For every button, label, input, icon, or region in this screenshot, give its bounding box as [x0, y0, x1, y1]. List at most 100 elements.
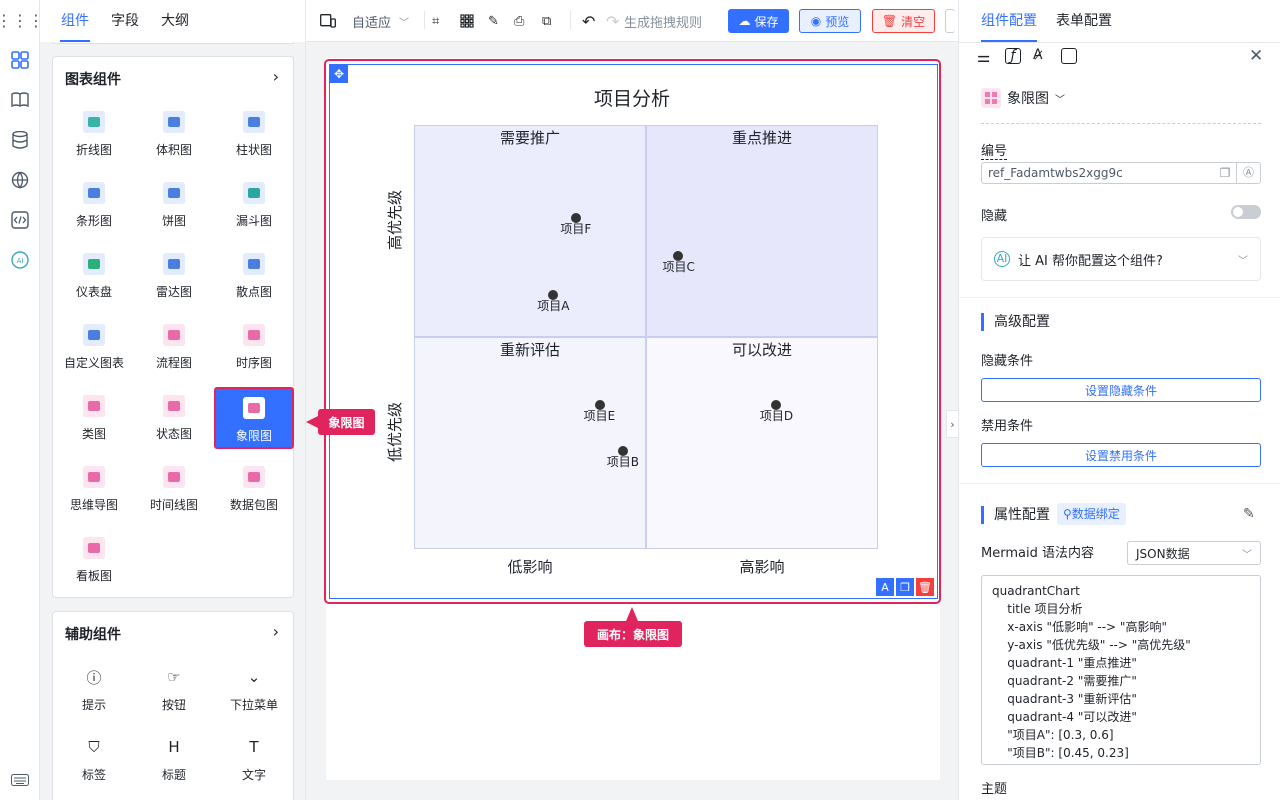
move-handle-icon[interactable]: ✥ [330, 65, 348, 83]
fit-select[interactable]: 自适应 ﹀ [352, 11, 409, 31]
chart-component-item[interactable]: 时间线图 [134, 458, 214, 520]
function-icon[interactable]: ƒ [1005, 48, 1021, 64]
data-point-label: 项目A [537, 298, 570, 313]
tab-component-config[interactable]: 组件配置 [981, 0, 1037, 42]
chart-component-item[interactable]: 类图 [54, 387, 134, 449]
chart-component-item[interactable]: 看板图 [54, 529, 134, 591]
chart-component-item[interactable]: 思维导图 [54, 458, 134, 520]
chart-component-label: 仪表盘 [75, 285, 112, 299]
chart-component-item[interactable]: 条形图 [54, 174, 134, 236]
ai-assist-dropdown[interactable]: AI 让 AI 帮你配置这个组件? ﹀ [981, 237, 1261, 281]
chart-component-item[interactable]: 时序图 [214, 316, 294, 378]
undo-icon[interactable]: ↶ [582, 11, 595, 31]
ai-icon[interactable]: AI [8, 248, 32, 272]
code-icon[interactable] [8, 208, 32, 232]
id-field[interactable]: ref_Fadamtwbs2xgg9c ❐ Ⓐ [981, 162, 1261, 184]
chart-component-item[interactable]: 象限图 [214, 387, 294, 449]
window-icon[interactable] [1061, 48, 1077, 64]
chart-type-icon [163, 182, 185, 204]
theme-label: 主题 [981, 782, 1008, 797]
keyboard-icon[interactable] [8, 768, 32, 792]
quadrant-4-label: 可以改进 [731, 341, 792, 359]
chevron-right-icon[interactable]: › [273, 622, 279, 641]
mermaid-format-select[interactable]: JSON数据 ﹀ [1127, 541, 1261, 565]
copy-icon[interactable]: ❐ [1214, 166, 1236, 180]
translate-icon[interactable]: ⧉ [542, 11, 551, 31]
data-binding-button[interactable]: ⚲数据绑定 [1057, 503, 1126, 525]
aux-component-label: 标签 [81, 768, 106, 782]
component-type-select[interactable]: 象限图 ﹀ [981, 88, 1065, 108]
prop-section-title: 属性配置 [981, 506, 1050, 524]
x-axis-low-label: 低影响 [507, 558, 553, 576]
chart-component-item[interactable]: 折线图 [54, 103, 134, 165]
chevron-right-icon[interactable]: › [273, 67, 279, 86]
hide-toggle[interactable] [1231, 205, 1261, 219]
edit-icon[interactable]: ✎ [488, 11, 499, 31]
chart-component-item[interactable]: 散点图 [214, 245, 294, 307]
aux-component-item[interactable]: ⌄ 下拉菜单 [214, 658, 294, 720]
crop-icon[interactable]: ⌗ [432, 11, 439, 31]
component-type-label: 象限图 [1007, 91, 1049, 107]
book-icon[interactable] [8, 88, 32, 112]
data-point-label: 项目C [662, 260, 695, 275]
tab-form-config[interactable]: 表单配置 [1056, 0, 1112, 42]
save-button[interactable]: ☁ 保存 [728, 9, 789, 33]
chart-component-label: 自定义图表 [63, 356, 124, 370]
tab-components[interactable]: 组件 [60, 0, 90, 42]
data-point-label: 项目D [759, 408, 794, 423]
chart-component-item[interactable]: 仪表盘 [54, 245, 134, 307]
components-icon[interactable] [8, 48, 32, 72]
tab-fields[interactable]: 字段 [110, 0, 140, 42]
ai-text: 让 AI 帮你配置这个组件? [1018, 253, 1163, 269]
preview-button[interactable]: ◉ 预览 [799, 9, 861, 33]
aux-component-item[interactable]: ☞ 按钮 [134, 658, 214, 720]
chart-component-item[interactable]: 漏斗图 [214, 174, 294, 236]
globe-icon[interactable] [8, 168, 32, 192]
more-button-edge[interactable] [945, 9, 955, 33]
chart-component-label: 折线图 [75, 143, 112, 157]
device-icon[interactable] [320, 11, 336, 31]
component-panel: 组件 字段 大纲 图表组件 › 折线图 体积图 柱状图 条形图 饼图 漏斗图 仪表盘 雷达图 散… [40, 0, 306, 800]
edit-icon[interactable]: ✎ [1243, 506, 1255, 522]
left-tabs: 组件 字段 大纲 [40, 0, 305, 42]
aux-component-item[interactable]: ⛉ 标签 [54, 728, 134, 790]
chart-component-item[interactable]: 数据包图 [214, 458, 294, 520]
app-grid-icon[interactable]: ⋮⋮⋮ [0, 8, 44, 32]
font-a-icon[interactable]: Ⓐ [1236, 163, 1260, 183]
aux-component-label: 下拉菜单 [229, 698, 278, 712]
copy-icon[interactable]: ❐ [896, 578, 914, 596]
grid-icon[interactable] [460, 11, 474, 31]
tab-outline[interactable]: 大纲 [160, 0, 190, 42]
sliders-icon[interactable]: ⚌ [977, 48, 990, 66]
chart-component-item[interactable]: 流程图 [134, 316, 214, 378]
set-hide-condition-button[interactable]: 设置隐藏条件 [981, 378, 1261, 402]
chart-type-icon [83, 111, 105, 133]
chart-type-icon [243, 324, 265, 346]
chart-component-item[interactable]: 饼图 [134, 174, 214, 236]
config-panel: 组件配置 表单配置 ⚌ ƒ A̷ ✕ 象限图 ﹀ 编号 ref_Fadamtwb… [958, 0, 1280, 800]
close-icon[interactable]: ✕ [1249, 46, 1263, 66]
clear-button[interactable]: 🗑 清空 [872, 9, 935, 33]
aux-component-icon: ⓘ [86, 668, 102, 687]
ai-edit-icon[interactable]: A [876, 578, 894, 596]
set-disable-condition-button[interactable]: 设置禁用条件 [981, 443, 1261, 467]
text-style-icon[interactable]: A̷ [1033, 47, 1043, 63]
tooltip-arrow [626, 607, 638, 621]
chart-component-item[interactable]: 体积图 [134, 103, 214, 165]
aux-component-item[interactable]: ⓘ 提示 [54, 658, 134, 720]
chart-component-item[interactable]: 自定义图表 [54, 316, 134, 378]
generate-rule-button[interactable]: 生成拖拽规则 [624, 11, 702, 31]
aux-component-label: 文字 [241, 768, 266, 782]
mermaid-code-textarea[interactable]: quadrantChart title 项目分析 x-axis "低影响" --… [981, 575, 1261, 765]
aux-component-item[interactable]: T 文字 [214, 728, 294, 790]
collapse-right-icon[interactable]: › [946, 410, 958, 438]
database-icon[interactable] [8, 128, 32, 152]
print-icon[interactable]: ⎙ [514, 11, 524, 31]
redo-icon[interactable]: ↷ [606, 11, 619, 31]
aux-component-item[interactable]: H 标题 [134, 728, 214, 790]
chart-component-item[interactable]: 柱状图 [214, 103, 294, 165]
chart-component-label: 象限图 [235, 429, 272, 443]
delete-icon[interactable]: 🗑 [916, 578, 934, 596]
chart-component-item[interactable]: 雷达图 [134, 245, 214, 307]
chart-component-item[interactable]: 状态图 [134, 387, 214, 449]
